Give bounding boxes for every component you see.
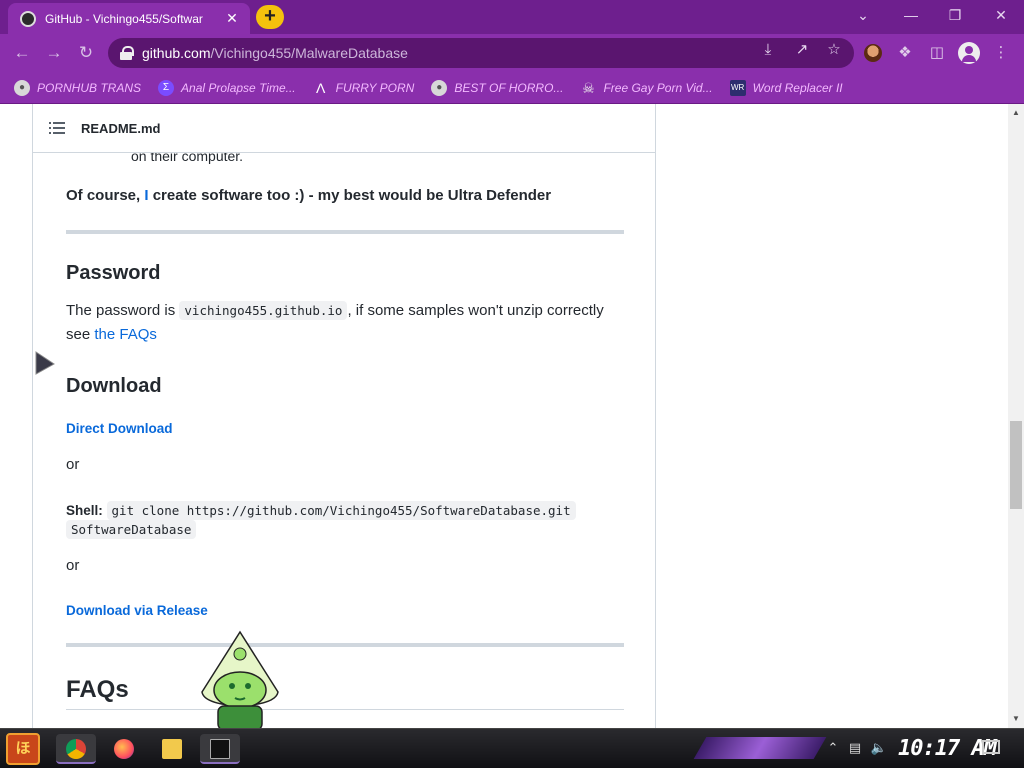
readme-title: README.md bbox=[81, 120, 161, 136]
restore-button[interactable]: ❐ bbox=[940, 4, 970, 28]
divider bbox=[66, 643, 624, 647]
scroll-down-icon[interactable]: ▼ bbox=[1011, 714, 1021, 723]
url-host: github.com bbox=[142, 45, 211, 61]
lambda-icon: Λ bbox=[315, 79, 326, 96]
taskbar-decoration bbox=[693, 737, 827, 759]
new-tab-button[interactable]: + bbox=[256, 5, 284, 29]
shell-command: Shell: git clone https://github.com/Vich… bbox=[66, 501, 606, 539]
share-icon[interactable]: ↗ bbox=[792, 40, 812, 60]
mascot-character-icon bbox=[201, 630, 279, 728]
chrome-icon bbox=[66, 739, 86, 759]
password-paragraph: The password is vichingo455.github.io, i… bbox=[66, 301, 604, 343]
globe-icon: ● bbox=[14, 79, 30, 96]
reload-icon[interactable]: ↻ bbox=[74, 41, 98, 65]
profile-avatar-icon[interactable] bbox=[958, 42, 980, 64]
scroll-thumb[interactable] bbox=[1010, 421, 1022, 509]
taskbar-explorer[interactable] bbox=[152, 734, 192, 764]
side-panel-icon[interactable]: ◫ bbox=[926, 42, 948, 64]
extension-avatar-icon[interactable] bbox=[864, 44, 882, 62]
terminal-icon bbox=[210, 739, 230, 759]
tab-close-button[interactable]: ✕ bbox=[224, 10, 240, 27]
back-arrow-icon[interactable]: ← bbox=[10, 41, 34, 65]
readme-header: README.md bbox=[33, 104, 655, 153]
bookmark-item[interactable]: WR Word Replacer II bbox=[729, 79, 843, 96]
outline-list-icon[interactable] bbox=[49, 122, 65, 134]
notifications-icon[interactable] bbox=[982, 740, 1000, 754]
start-button[interactable]: ほ bbox=[6, 733, 40, 765]
sigma-icon: Σ bbox=[158, 79, 175, 96]
url-path: /Vichingo455/MalwareDatabase bbox=[210, 45, 408, 61]
address-bar[interactable]: github.com /Vichingo455/MalwareDatabase bbox=[108, 38, 854, 68]
bookmarks-bar: ● PORNHUB TRANS Σ Anal Prolapse Time... … bbox=[0, 72, 1024, 104]
taskbar-chrome[interactable] bbox=[56, 734, 96, 764]
taskbar-terminal[interactable] bbox=[200, 734, 240, 764]
password-heading: Password bbox=[66, 262, 161, 284]
bookmark-item[interactable]: ☠ Free Gay Porn Vid... bbox=[580, 80, 712, 96]
bookmark-item[interactable]: ● PORNHUB TRANS bbox=[14, 79, 141, 96]
minimize-button[interactable]: — bbox=[896, 4, 926, 28]
network-icon[interactable]: ▤ bbox=[846, 739, 864, 757]
mouse-cursor-icon bbox=[35, 351, 55, 375]
download-release-link[interactable]: Download via Release bbox=[66, 603, 208, 618]
bookmark-item[interactable]: Λ FURRY PORN bbox=[313, 79, 414, 96]
volume-icon[interactable]: 🔈 bbox=[870, 739, 888, 757]
or-text: or bbox=[66, 456, 80, 473]
scroll-up-icon[interactable]: ▲ bbox=[1011, 108, 1021, 117]
extensions-puzzle-icon[interactable]: ❖ bbox=[894, 42, 916, 64]
folder-icon bbox=[162, 739, 182, 759]
taskbar: ほ ⌃ ▤ 🔈 10:17 AM bbox=[0, 728, 1024, 768]
tab-github[interactable]: GitHub - Vichingo455/Softwar ✕ bbox=[8, 3, 250, 34]
password-code: vichingo455.github.io bbox=[179, 301, 348, 320]
skull-icon: ☠ bbox=[582, 79, 595, 96]
page-viewport: on their computer. Of course, I create s… bbox=[0, 104, 1024, 728]
bold-line: Of course, I create software too :) - my… bbox=[66, 187, 552, 204]
bookmark-item[interactable]: Σ Anal Prolapse Time... bbox=[158, 79, 296, 96]
faqs-link[interactable]: the FAQs bbox=[94, 326, 157, 343]
shell-code-line-1: git clone https://github.com/Vichingo455… bbox=[106, 501, 576, 520]
globe-icon: ● bbox=[431, 79, 448, 96]
bookmark-item[interactable]: ● BEST OF HORRO... bbox=[431, 79, 563, 96]
taskbar-firefox[interactable] bbox=[104, 734, 144, 764]
lock-icon[interactable] bbox=[120, 46, 134, 60]
shell-code-line-2: SoftwareDatabase bbox=[66, 520, 197, 539]
download-heading: Download bbox=[66, 375, 162, 397]
forward-arrow-icon[interactable]: → bbox=[42, 41, 66, 65]
faqs-heading: FAQs bbox=[66, 676, 129, 703]
firefox-icon bbox=[114, 739, 134, 759]
readme-panel: on their computer. Of course, I create s… bbox=[32, 104, 656, 728]
close-window-button[interactable]: ✕ bbox=[986, 4, 1016, 28]
bookmark-star-icon[interactable]: ☆ bbox=[824, 40, 844, 60]
divider bbox=[66, 230, 624, 234]
page-scrollbar[interactable]: ▲ ▼ bbox=[1008, 104, 1024, 728]
tab-title: GitHub - Vichingo455/Softwar bbox=[45, 11, 203, 26]
github-icon bbox=[20, 10, 36, 27]
heading-rule bbox=[66, 709, 624, 710]
or-text: or bbox=[66, 557, 80, 574]
menu-kebab-icon[interactable]: ⋮ bbox=[990, 42, 1012, 64]
browser-toolbar: ← → ↻ github.com /Vichingo455/MalwareDat… bbox=[0, 34, 1024, 72]
tab-search-button[interactable]: ⌄ bbox=[848, 4, 878, 28]
chevron-up-icon[interactable]: ⌃ bbox=[824, 739, 842, 757]
tab-strip: GitHub - Vichingo455/Softwar ✕ + ⌄ — ❐ ✕ bbox=[0, 0, 1024, 34]
direct-download-link[interactable]: Direct Download bbox=[66, 421, 173, 436]
wr-icon: WR bbox=[729, 79, 746, 96]
install-icon[interactable]: ⤓ bbox=[758, 40, 778, 60]
